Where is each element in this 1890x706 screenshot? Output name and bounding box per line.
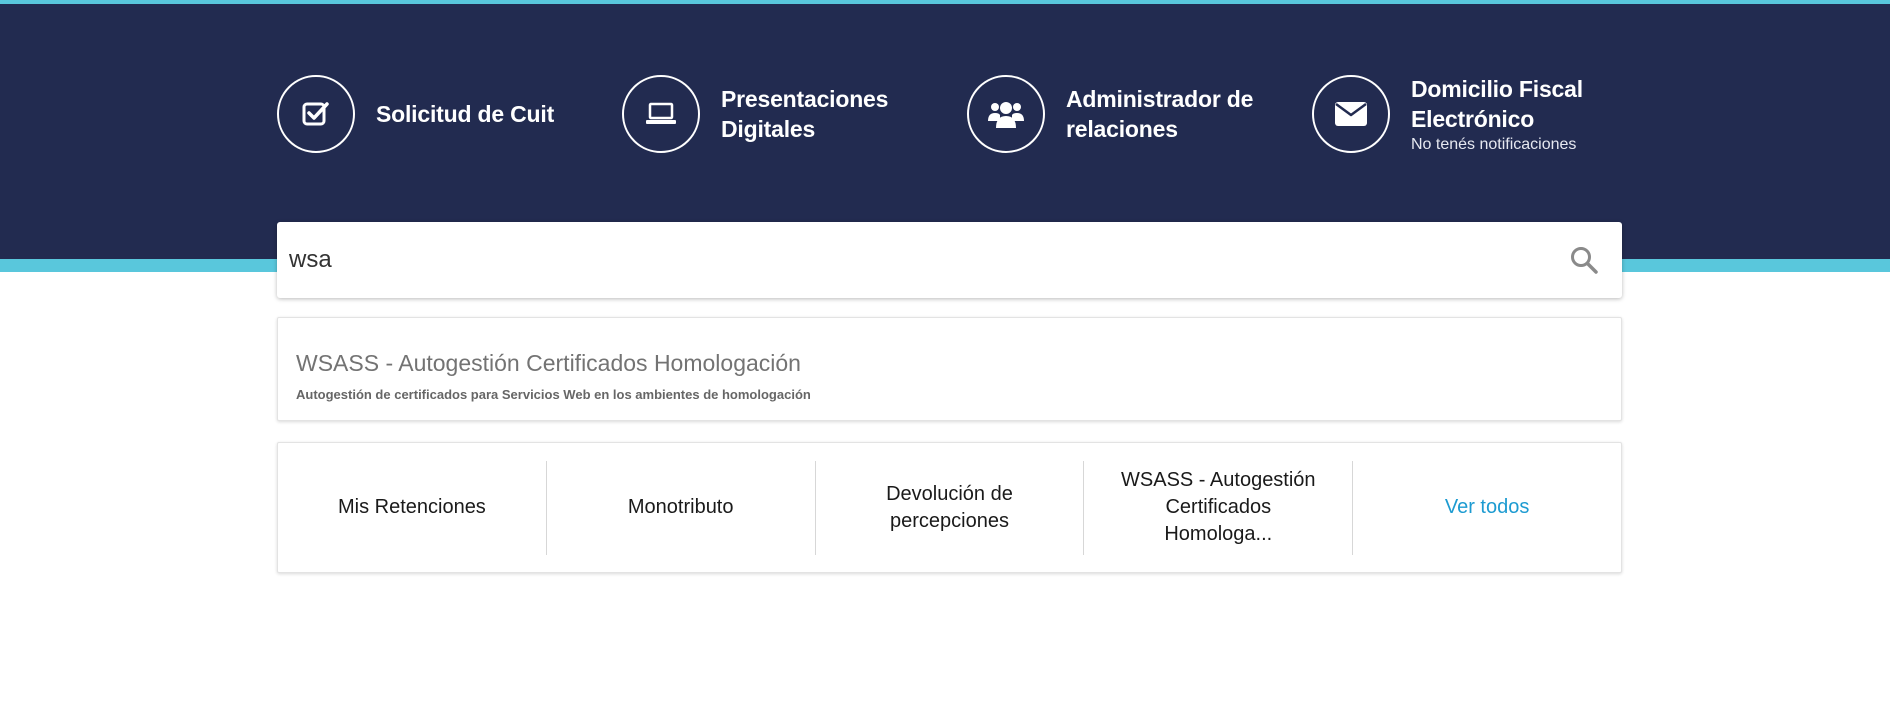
shortcut-label: Solicitud de Cuit (376, 99, 554, 129)
search-box (277, 222, 1622, 298)
quick-link-mis-retenciones[interactable]: Mis Retenciones (278, 461, 546, 555)
search-button[interactable] (1566, 242, 1602, 278)
search-result-item[interactable]: WSASS - Autogestión Certificados Homolog… (277, 317, 1622, 421)
shortcut-label: Presentaciones Digitales (721, 84, 888, 144)
quick-link-wsass[interactable]: WSASS - Autogestión Certificados Homolog… (1083, 460, 1352, 555)
quick-link-label-line1: Monotributo (627, 496, 734, 518)
search-icon (1571, 247, 1598, 274)
quick-link-label-line3: Homologa... (1164, 523, 1273, 545)
shortcut-solicitud-cuit[interactable]: Solicitud de Cuit (277, 75, 554, 153)
shortcut-title-line1: Presentaciones (721, 86, 889, 112)
quick-link-devolucion-percepciones[interactable]: Devolución de percepciones (814, 460, 1084, 555)
quick-links-bar: Mis Retenciones Monotributo Devolución d… (277, 442, 1622, 573)
quick-link-label: Devolución de percepciones (886, 481, 1013, 535)
search-result-description: Autogestión de certificados para Servici… (296, 387, 811, 402)
quick-link-label-line1: Devolución de (886, 482, 1013, 505)
see-all-link[interactable]: Ver todos (1445, 494, 1530, 521)
shortcut-title-line2: Electrónico (1411, 105, 1535, 132)
shortcut-administrador-relaciones[interactable]: Administrador de relaciones (967, 75, 1253, 153)
checkbox-icon (277, 75, 355, 153)
quick-link-label-line2: percepciones (890, 509, 1009, 532)
quick-link-label-line2: Certificados (1165, 496, 1272, 518)
laptop-icon (622, 75, 700, 153)
users-icon (967, 75, 1045, 153)
shortcut-title-line1: Administrador de (1066, 86, 1254, 112)
shortcut-label: Administrador de relaciones (1066, 84, 1253, 144)
shortcut-title-line1: Domicilio Fiscal (1411, 75, 1583, 102)
quick-link-label-line1: Mis Retenciones (337, 496, 486, 518)
page: Solicitud de Cuit Presentaciones Digital… (0, 0, 1890, 706)
shortcut-title-line1: Solicitud de Cuit (376, 101, 555, 127)
see-all-item: Ver todos (1352, 460, 1621, 555)
quick-link-label: Monotributo (628, 494, 734, 521)
quick-link-label: WSASS - Autogestión Certificados Homolog… (1121, 467, 1316, 548)
quick-link-label-line1: WSASS - Autogestión (1121, 469, 1316, 491)
shortcut-title-line2: relaciones (1066, 116, 1178, 142)
shortcut-label: Domicilio Fiscal Electrónico No tenés no… (1411, 74, 1583, 155)
search-result-title: WSASS - Autogestión Certificados Homolog… (296, 350, 801, 376)
quick-link-label: Mis Retenciones (338, 494, 486, 521)
quick-link-monotributo[interactable]: Monotributo (545, 460, 815, 555)
shortcut-presentaciones-digitales[interactable]: Presentaciones Digitales (622, 75, 888, 153)
search-input[interactable] (289, 236, 1519, 284)
shortcut-title-line2: Digitales (721, 116, 816, 142)
notification-status: No tenés notificaciones (1411, 135, 1577, 153)
shortcut-domicilio-fiscal[interactable]: Domicilio Fiscal Electrónico No tenés no… (1312, 75, 1583, 153)
envelope-icon (1312, 75, 1390, 153)
